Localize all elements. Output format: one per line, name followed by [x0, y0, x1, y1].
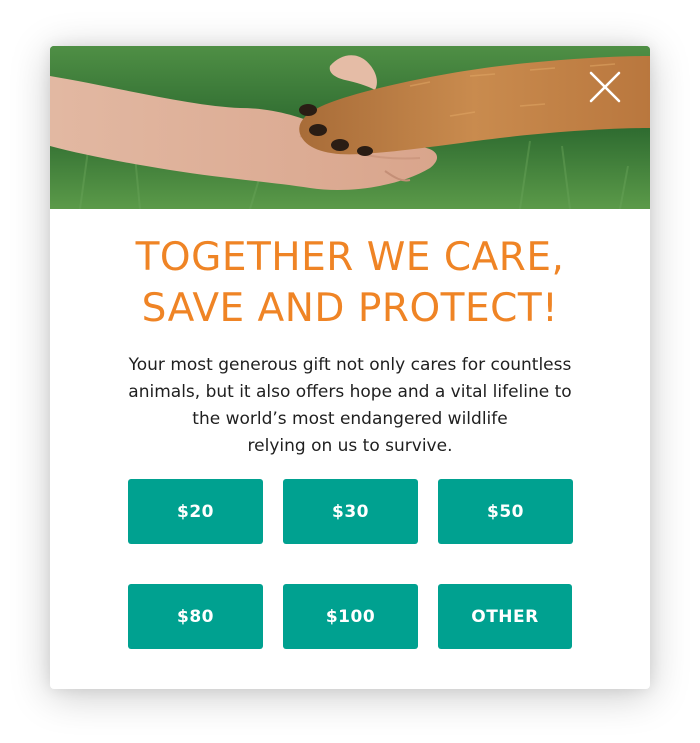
amount-80-button[interactable]: $80 [128, 584, 263, 649]
amount-50-button[interactable]: $50 [438, 479, 573, 544]
amount-other-button[interactable]: OTHER [438, 584, 572, 649]
title-line: TOGETHER WE CARE, [135, 235, 565, 280]
appeal-text: Your most generous gift not only cares f… [90, 352, 610, 460]
amount-30-button[interactable]: $30 [283, 479, 418, 544]
close-button[interactable] [588, 70, 622, 104]
appeal-line: the world’s most endangered wildlife [192, 409, 508, 429]
appeal-line: relying on us to survive. [247, 436, 453, 456]
donation-modal: TOGETHER WE CARE, SAVE AND PROTECT! Your… [50, 46, 650, 689]
appeal-line: Your most generous gift not only cares f… [128, 355, 572, 375]
amount-100-button[interactable]: $100 [283, 584, 418, 649]
amount-20-button[interactable]: $20 [128, 479, 263, 544]
title-line: SAVE AND PROTECT! [141, 286, 559, 331]
hero-image-hand-and-paw [50, 46, 650, 209]
close-icon [589, 71, 621, 103]
modal-title: TOGETHER WE CARE, SAVE AND PROTECT! [50, 232, 650, 334]
appeal-line: animals, but it also offers hope and a v… [128, 382, 572, 402]
